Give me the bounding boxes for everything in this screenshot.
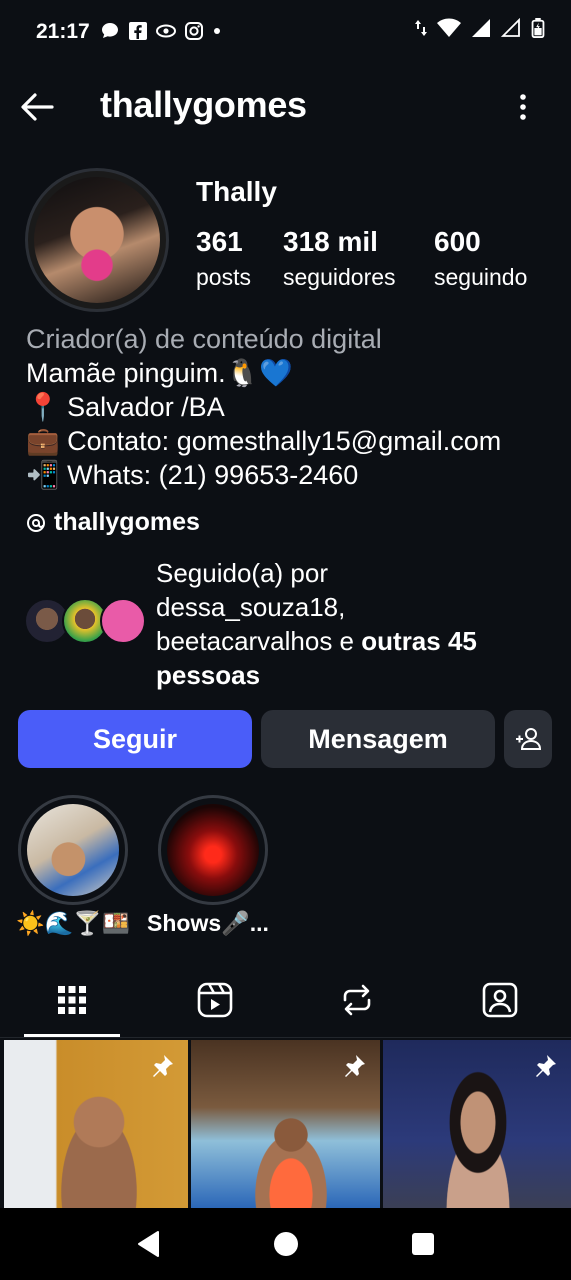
grid-icon[interactable] xyxy=(52,980,92,1020)
bio-line: 📲 Whats: (21) 99653-2460 xyxy=(26,460,359,490)
follow-button[interactable]: Seguir xyxy=(18,710,252,768)
stat-following[interactable]: 600 seguindo xyxy=(434,226,527,291)
follower-avatar xyxy=(100,598,146,644)
tab-divider xyxy=(0,1037,571,1038)
chat-bubble-icon xyxy=(102,23,118,38)
wifi-icon xyxy=(437,18,461,37)
battery-icon xyxy=(531,18,545,38)
post-image xyxy=(44,1080,154,1208)
status-bar: 21:17 xyxy=(0,0,571,64)
bio-category: Criador(a) de conteúdo digital xyxy=(26,324,382,354)
status-notification-icons xyxy=(100,21,222,41)
status-system-icons xyxy=(415,18,545,38)
highlight-image xyxy=(167,804,259,896)
page-title: thallygomes xyxy=(100,84,307,125)
reposts-icon[interactable] xyxy=(337,980,377,1020)
dot-icon xyxy=(214,28,220,34)
nav-back-icon[interactable] xyxy=(136,1230,162,1258)
post-image xyxy=(423,1070,533,1208)
highlight-label: Shows🎤... xyxy=(147,910,269,936)
nav-home-icon[interactable] xyxy=(272,1230,300,1258)
followed-by-others: outras 45 xyxy=(361,626,477,656)
stat-following-value: 600 xyxy=(434,226,481,257)
grid-post[interactable] xyxy=(4,1040,188,1208)
avatar[interactable] xyxy=(25,168,169,312)
bio: Criador(a) de conteúdo digital Mamãe pin… xyxy=(26,322,501,492)
stat-posts[interactable]: 361 posts xyxy=(196,226,251,291)
arrow-left-icon[interactable] xyxy=(18,88,56,126)
more-vertical-icon[interactable] xyxy=(508,88,538,126)
avatar-image xyxy=(34,177,160,303)
pin-icon xyxy=(536,1055,556,1077)
tagged-icon[interactable] xyxy=(480,980,520,1020)
signal-icon xyxy=(472,19,490,37)
signal-empty-icon xyxy=(501,18,520,37)
add-person-icon xyxy=(516,728,542,750)
display-name: Thally xyxy=(196,176,277,207)
threads-icon xyxy=(27,513,45,532)
stat-following-label: seguindo xyxy=(434,264,528,290)
eye-icon xyxy=(156,24,176,38)
followed-by-names2: beetacarvalhos e xyxy=(156,626,355,656)
followed-by-others2: pessoas xyxy=(156,660,261,690)
reels-icon[interactable] xyxy=(195,980,235,1020)
grid-post[interactable] xyxy=(191,1040,380,1208)
post-image xyxy=(241,1110,341,1208)
instagram-icon xyxy=(185,22,203,40)
pin-icon xyxy=(153,1055,173,1077)
stat-posts-value: 361 xyxy=(196,226,243,257)
stat-followers[interactable]: 318 mil seguidores xyxy=(283,226,396,291)
followed-by-text[interactable]: Seguido(a) por dessa_souza18, beetacarva… xyxy=(156,556,556,692)
bio-line[interactable]: 💼 Contato: gomesthally15@gmail.com xyxy=(26,424,501,458)
bio-line: Mamãe pinguim.🐧💙 xyxy=(26,358,293,388)
system-nav-bar xyxy=(0,1208,571,1280)
stat-followers-label: seguidores xyxy=(283,264,396,290)
bio-line: 📍 Salvador /BA xyxy=(26,392,225,422)
followed-by-prefix: Seguido(a) por xyxy=(156,558,328,588)
highlight-label: ☀️🌊🍸🍱 xyxy=(16,910,131,936)
data-arrows-icon xyxy=(415,20,427,36)
stat-followers-value: 318 mil xyxy=(283,226,378,257)
grid-post[interactable] xyxy=(383,1040,571,1208)
pin-icon xyxy=(345,1055,365,1077)
threads-link[interactable]: thallygomes xyxy=(26,508,200,537)
facebook-icon xyxy=(129,22,147,40)
highlight-beach[interactable] xyxy=(18,795,128,905)
highlight-image xyxy=(27,804,119,896)
followed-by-avatars[interactable] xyxy=(24,598,146,646)
followed-by-names: dessa_souza18, xyxy=(156,592,346,622)
stat-posts-label: posts xyxy=(196,264,251,290)
highlight-shows[interactable] xyxy=(158,795,268,905)
tab-indicator xyxy=(24,1034,120,1037)
nav-recents-icon[interactable] xyxy=(410,1231,436,1257)
message-button[interactable]: Mensagem xyxy=(261,710,495,768)
threads-handle: thallygomes xyxy=(54,508,200,536)
suggest-people-button[interactable] xyxy=(504,710,552,768)
status-time: 21:17 xyxy=(36,20,90,43)
